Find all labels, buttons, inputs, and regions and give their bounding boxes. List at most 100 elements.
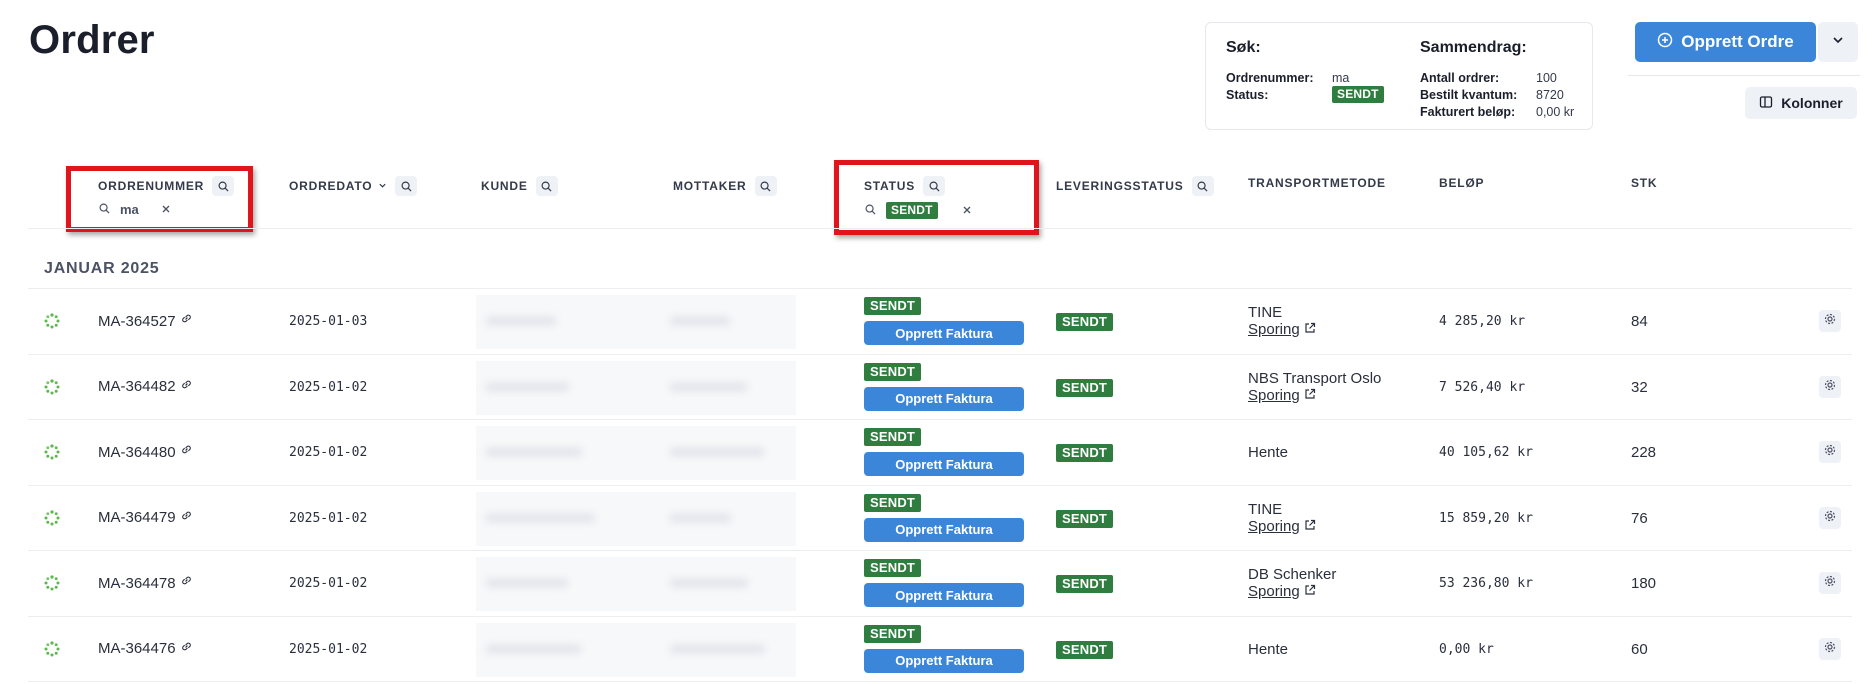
row-settings-button[interactable] [1819,506,1841,529]
order-number-link[interactable]: MA-364478 [98,574,193,592]
external-link-icon [1304,583,1316,600]
quantity: 228 [1631,444,1657,461]
external-link-icon [1304,387,1316,404]
tracking-link[interactable]: Sporing [1248,321,1316,338]
loading-spinner-icon [44,575,60,596]
order-number-link[interactable]: MA-364482 [98,378,193,396]
column-header-transport-method: TRANSPORTMETODE [1248,173,1386,193]
search-order-number-value: ma [1332,71,1350,85]
link-icon [180,378,193,396]
redacted-recipient [670,513,731,522]
search-summary-panel: Søk: Ordrenummer: ma Status: SENDT Samme… [1205,22,1593,130]
create-invoice-button[interactable]: Opprett Faktura [864,648,1024,673]
order-number: MA-364480 [98,443,176,461]
create-invoice-button[interactable]: Opprett Faktura [864,517,1024,542]
order-number-link[interactable]: MA-364479 [98,509,193,527]
quantity: 76 [1631,509,1648,527]
table-row[interactable]: MA-364479 2025-01-02 SENDT Opprett Faktura S… [28,484,1852,551]
table-row[interactable]: MA-364482 2025-01-02 SENDT Opprett Faktura S… [28,353,1852,420]
order-number-link[interactable]: MA-364480 [98,443,193,461]
gear-icon [1824,509,1836,527]
transport-method: Hente [1248,640,1289,658]
column-header-delivery-status-label: LEVERINGSSTATUS [1056,179,1184,193]
tracking-link[interactable]: Sporing [1248,387,1381,404]
transport-method: DB Schenker [1248,566,1337,583]
gear-icon [1824,312,1836,330]
delivery-status-badge: SENDT [1056,378,1114,397]
table-bottom-divider [28,681,1852,683]
gear-icon [1824,443,1836,461]
column-header-amount: BELØP [1439,173,1484,193]
amount: 7 526,40 kr [1439,379,1526,395]
columns-label: Kolonner [1781,95,1843,111]
invoiced-amount-value: 0,00 kr [1536,105,1575,119]
redacted-customer [486,448,582,456]
link-icon [180,640,193,658]
create-invoice-button[interactable]: Opprett Faktura [864,583,1024,607]
tracking-link[interactable]: Sporing [1248,583,1336,600]
order-number-link[interactable]: MA-364527 [98,312,193,330]
create-order-dropdown-button[interactable] [1818,22,1858,62]
table-row[interactable]: MA-364527 2025-01-03 SENDT Opprett Faktura S… [28,288,1852,354]
gear-icon [1824,378,1836,396]
column-header-recipient[interactable]: MOTTAKER [673,176,777,196]
search-icon[interactable] [754,176,777,196]
tracking-link-label: Sporing [1248,517,1300,535]
status-badge: SENDT [864,428,922,446]
column-header-customer[interactable]: KUNDE [481,176,558,196]
search-order-number-label: Ordrenummer: [1226,71,1314,85]
quantity: 180 [1631,575,1657,592]
column-header-delivery-status[interactable]: LEVERINGSSTATUS [1056,176,1214,196]
transport-method: TINE [1248,304,1283,321]
search-icon[interactable] [395,176,418,196]
delivery-status-badge: SENDT [1056,640,1114,659]
external-link-icon [1304,518,1316,535]
order-number-link[interactable]: MA-364476 [98,640,193,658]
sort-chevron-down-icon[interactable] [378,179,387,193]
gear-icon [1824,574,1836,592]
amount: 40 105,62 kr [1439,445,1533,460]
loading-spinner-icon [44,509,60,531]
column-header-order-date[interactable]: ORDREDATO [289,176,418,196]
redacted-customer [486,382,569,391]
loading-spinner-icon [44,640,60,662]
create-invoice-button[interactable]: Opprett Faktura [864,321,1024,345]
search-icon[interactable] [1191,176,1214,196]
ordered-quantity-value: 8720 [1536,88,1564,102]
row-settings-button[interactable] [1819,375,1841,398]
order-number: MA-364476 [98,640,176,657]
column-header-qty: STK [1631,173,1657,193]
row-settings-button[interactable] [1819,637,1841,660]
search-icon[interactable] [535,176,558,196]
table-row[interactable]: MA-364478 2025-01-02 SENDT Opprett Faktura S… [28,550,1852,616]
transport-method: TINE [1248,500,1283,518]
amount: 0,00 kr [1439,641,1494,657]
redacted-customer [486,513,595,522]
row-settings-button[interactable] [1819,441,1841,463]
order-date: 2025-01-02 [289,641,368,657]
columns-button[interactable]: Kolonner [1745,87,1857,119]
delivery-status-badge: SENDT [1056,444,1114,462]
amount: 53 236,80 kr [1439,576,1533,591]
redacted-recipient [670,644,765,653]
order-date: 2025-01-02 [289,379,368,395]
create-order-button[interactable]: Opprett Ordre [1635,22,1816,62]
order-number: MA-364478 [98,574,176,592]
create-invoice-button[interactable]: Opprett Faktura [864,386,1024,411]
ordered-quantity-label: Bestilt kvantum: [1420,88,1518,102]
table-row[interactable]: MA-364480 2025-01-02 SENDT Opprett Faktura S… [28,419,1852,485]
create-invoice-button[interactable]: Opprett Faktura [864,452,1024,476]
page-title: Ordrer [29,18,155,62]
quantity: 84 [1631,313,1648,330]
tracking-link-label: Sporing [1248,583,1300,600]
row-settings-button[interactable] [1819,572,1841,594]
column-header-recipient-label: MOTTAKER [673,179,747,193]
column-header-order-date-label: ORDREDATO [289,179,373,193]
tracking-link[interactable]: Sporing [1248,518,1316,535]
row-settings-button[interactable] [1819,310,1841,332]
table-row[interactable]: MA-364476 2025-01-02 SENDT Opprett Faktura S… [28,615,1852,682]
transport-cell: TINE Sporing [1248,501,1316,535]
search-header: Søk: [1226,39,1261,56]
delivery-status-badge: SENDT [1056,313,1114,331]
columns-icon [1759,95,1773,112]
